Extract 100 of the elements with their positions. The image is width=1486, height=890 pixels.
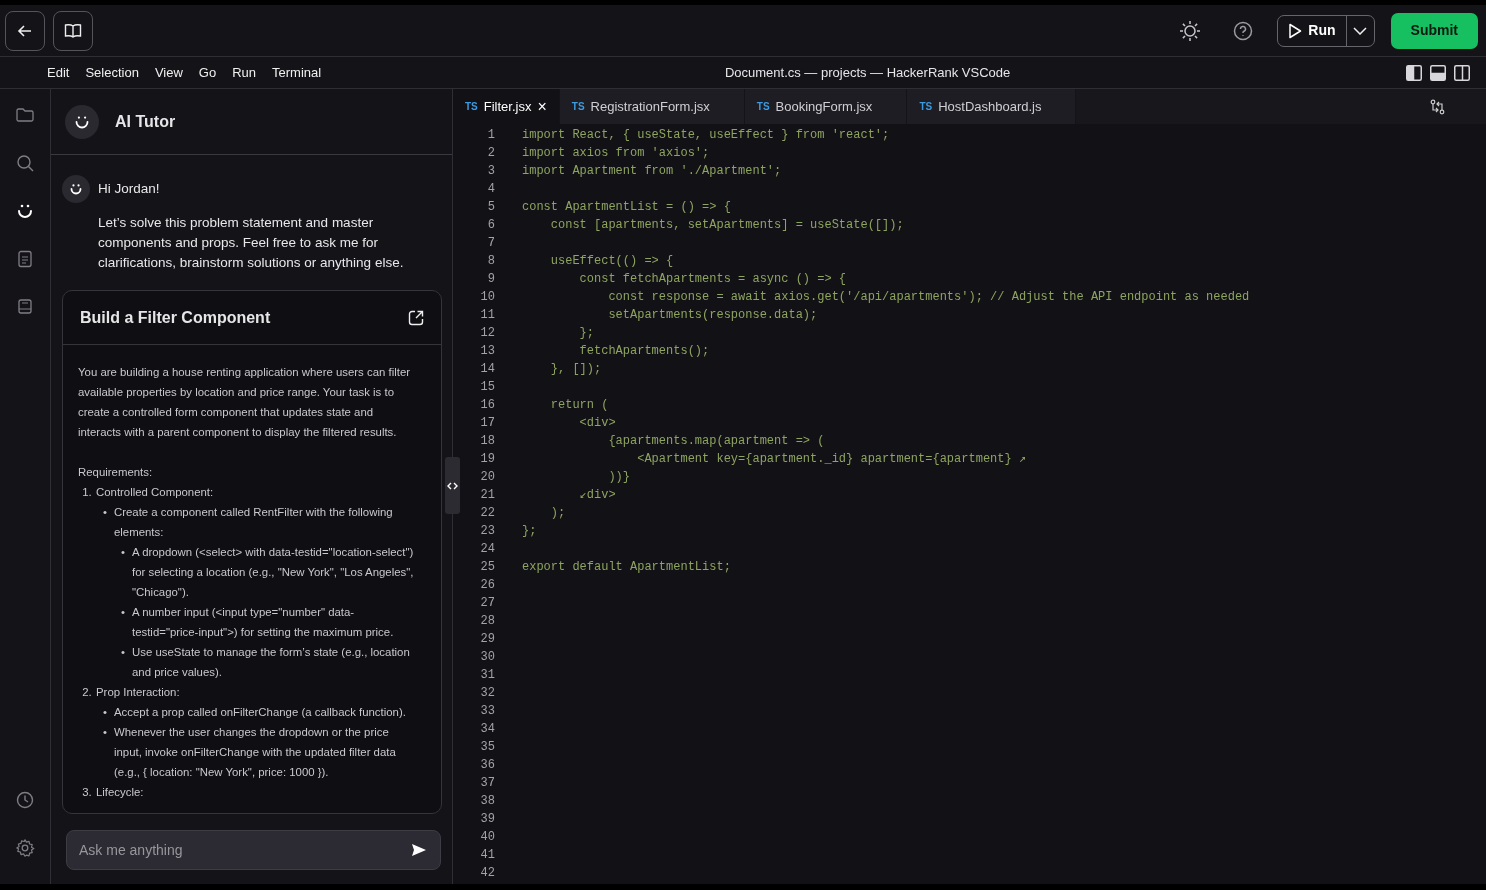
bullet: •	[120, 545, 126, 560]
help-icon[interactable]	[1233, 20, 1254, 41]
line-number: 40	[479, 829, 495, 846]
bullet: •	[120, 645, 126, 660]
close-tab-icon[interactable]: ×	[537, 98, 547, 115]
code-line: ))}	[607, 469, 631, 486]
code-line: const response = await axios.get('/api/apartments'); // Adjust the API endpoint as needed	[607, 289, 1250, 306]
panel-left-toggle-icon[interactable]	[1406, 64, 1422, 81]
book-button[interactable]	[53, 10, 93, 51]
settings-icon[interactable]	[15, 838, 35, 858]
panel-bottom-toggle-icon[interactable]	[1430, 64, 1446, 81]
code-line: export default ApartmentList;	[521, 559, 731, 576]
line-number: 29	[479, 631, 495, 648]
line-number: 4	[486, 181, 495, 198]
resize-handle[interactable]	[445, 457, 460, 514]
code-line: );	[549, 505, 566, 522]
line-number: 19	[479, 451, 495, 468]
typescript-file-icon: TS	[465, 99, 478, 114]
line-number: 18	[479, 433, 495, 450]
requirement-text: Use useState to manage the form’s state (e.g., location and price values).	[132, 645, 411, 680]
code-line: };	[578, 325, 594, 342]
submit-button[interactable]: Submit	[1390, 12, 1478, 49]
line-number: 22	[479, 505, 495, 522]
list-number: 1.	[81, 485, 93, 500]
chat-message: Let’s solve this problem statement and master components and props. Feel free to ask me for clarifications, brainstorm solutions or anything else.	[97, 214, 405, 272]
send-icon[interactable]	[411, 843, 427, 857]
caret-icon	[1353, 26, 1368, 35]
line-number: 21	[479, 487, 495, 504]
line-number: 14	[479, 361, 495, 378]
line-number: 41	[479, 847, 495, 864]
back-button[interactable]	[5, 10, 45, 51]
line-number: 13	[479, 343, 495, 360]
requirement-text: Create a component called RentFilter with the following elements:	[114, 505, 394, 540]
code-line: const [apartments, setApartments] = useState([]);	[549, 217, 904, 234]
editor-tab[interactable]: TS BookingForm.jsx	[744, 89, 908, 124]
code-line: <div>	[578, 415, 616, 432]
bullet: •	[102, 505, 108, 520]
line-number: 38	[479, 793, 495, 810]
editor-tab[interactable]: TS RegistrationForm.jsx	[559, 89, 745, 124]
line-number: 7	[486, 235, 495, 252]
search-icon[interactable]	[15, 153, 35, 173]
line-number: 16	[479, 397, 495, 414]
menu-item[interactable]: Run	[224, 62, 265, 83]
tutor-avatar-icon	[65, 104, 99, 139]
line-number: 35	[479, 739, 495, 756]
line-number: 30	[479, 649, 495, 666]
menu-item[interactable]: View	[146, 62, 191, 83]
line-number: 6	[486, 217, 495, 234]
bullet: •	[102, 725, 108, 740]
line-number: 37	[479, 775, 495, 792]
ask-field[interactable]: Ask me anything	[66, 830, 441, 870]
requirement-text: A dropdown (<select> with data-testid="location-select") for selecting a location (e.g., "New York", "Los Angeles", "Chicago").	[132, 545, 415, 600]
editor-tab[interactable]: TS HostDashboard.js	[907, 89, 1077, 124]
line-number: 36	[479, 757, 495, 774]
line-number: 9	[486, 271, 495, 288]
code-line: ↙div>	[578, 487, 616, 504]
theme-toggle-icon[interactable]	[1179, 19, 1202, 42]
line-number: 12	[479, 325, 495, 342]
line-number: 42	[479, 865, 495, 882]
compare-icon[interactable]	[1430, 98, 1445, 115]
typescript-file-icon: TS	[571, 99, 585, 114]
greeting-message: Hi Jordan!	[98, 180, 160, 198]
menu-item[interactable]: Terminal	[264, 62, 330, 83]
bullet: •	[120, 605, 126, 620]
line-number: 17	[479, 415, 495, 432]
line-number: 34	[479, 721, 495, 738]
requirement-text: Prop Interaction:	[96, 685, 180, 700]
code-line: fetchApartments();	[578, 343, 710, 360]
requirement-text: Accept a prop called onFilterChange (a callback function).	[114, 705, 406, 720]
window-title: Document.cs — projects — HackerRank VSCode	[724, 64, 1011, 80]
requirement-text: Lifecycle:	[96, 785, 144, 800]
menu-item[interactable]: Edit	[39, 62, 78, 83]
panel-right-toggle-icon[interactable]	[1454, 64, 1470, 81]
menu-item[interactable]: Go	[190, 62, 225, 83]
line-number: 31	[479, 667, 495, 684]
folder-icon[interactable]	[15, 105, 35, 125]
back-arrow-icon	[17, 22, 33, 39]
code-line: }, []);	[549, 361, 602, 378]
task-description: You are building a house renting application where users can filter available properties by location and price range. Your task is to create a controlled form component that updates state and interacts with a parent component to display the filtered results.	[78, 365, 412, 440]
notes-icon[interactable]	[15, 297, 35, 317]
list-number: 2.	[81, 685, 93, 700]
editor-tab[interactable]: TS Filter.jsx ×	[453, 89, 560, 124]
line-number: 1	[486, 127, 495, 144]
line-number: 32	[479, 685, 495, 702]
play-icon	[1288, 22, 1303, 39]
line-number: 28	[479, 613, 495, 630]
code-line: };	[521, 523, 537, 540]
external-link-icon[interactable]	[408, 309, 424, 326]
code-line: <Apartment key={apartment._id} apartment={apartment} ↗	[636, 451, 1027, 468]
history-icon[interactable]	[15, 790, 35, 810]
book-icon	[64, 22, 82, 39]
code-line: {apartments.map(apartment => (	[607, 433, 825, 450]
code-line: import Apartment from './Apartment';	[521, 163, 782, 180]
list-number: 3.	[81, 785, 93, 800]
bullet: •	[102, 705, 108, 720]
document-icon[interactable]	[15, 249, 35, 269]
menu-item[interactable]: Selection	[77, 62, 147, 83]
chat-title: AI Tutor	[115, 111, 176, 132]
line-number: 3	[486, 163, 495, 180]
line-number: 11	[479, 307, 495, 324]
